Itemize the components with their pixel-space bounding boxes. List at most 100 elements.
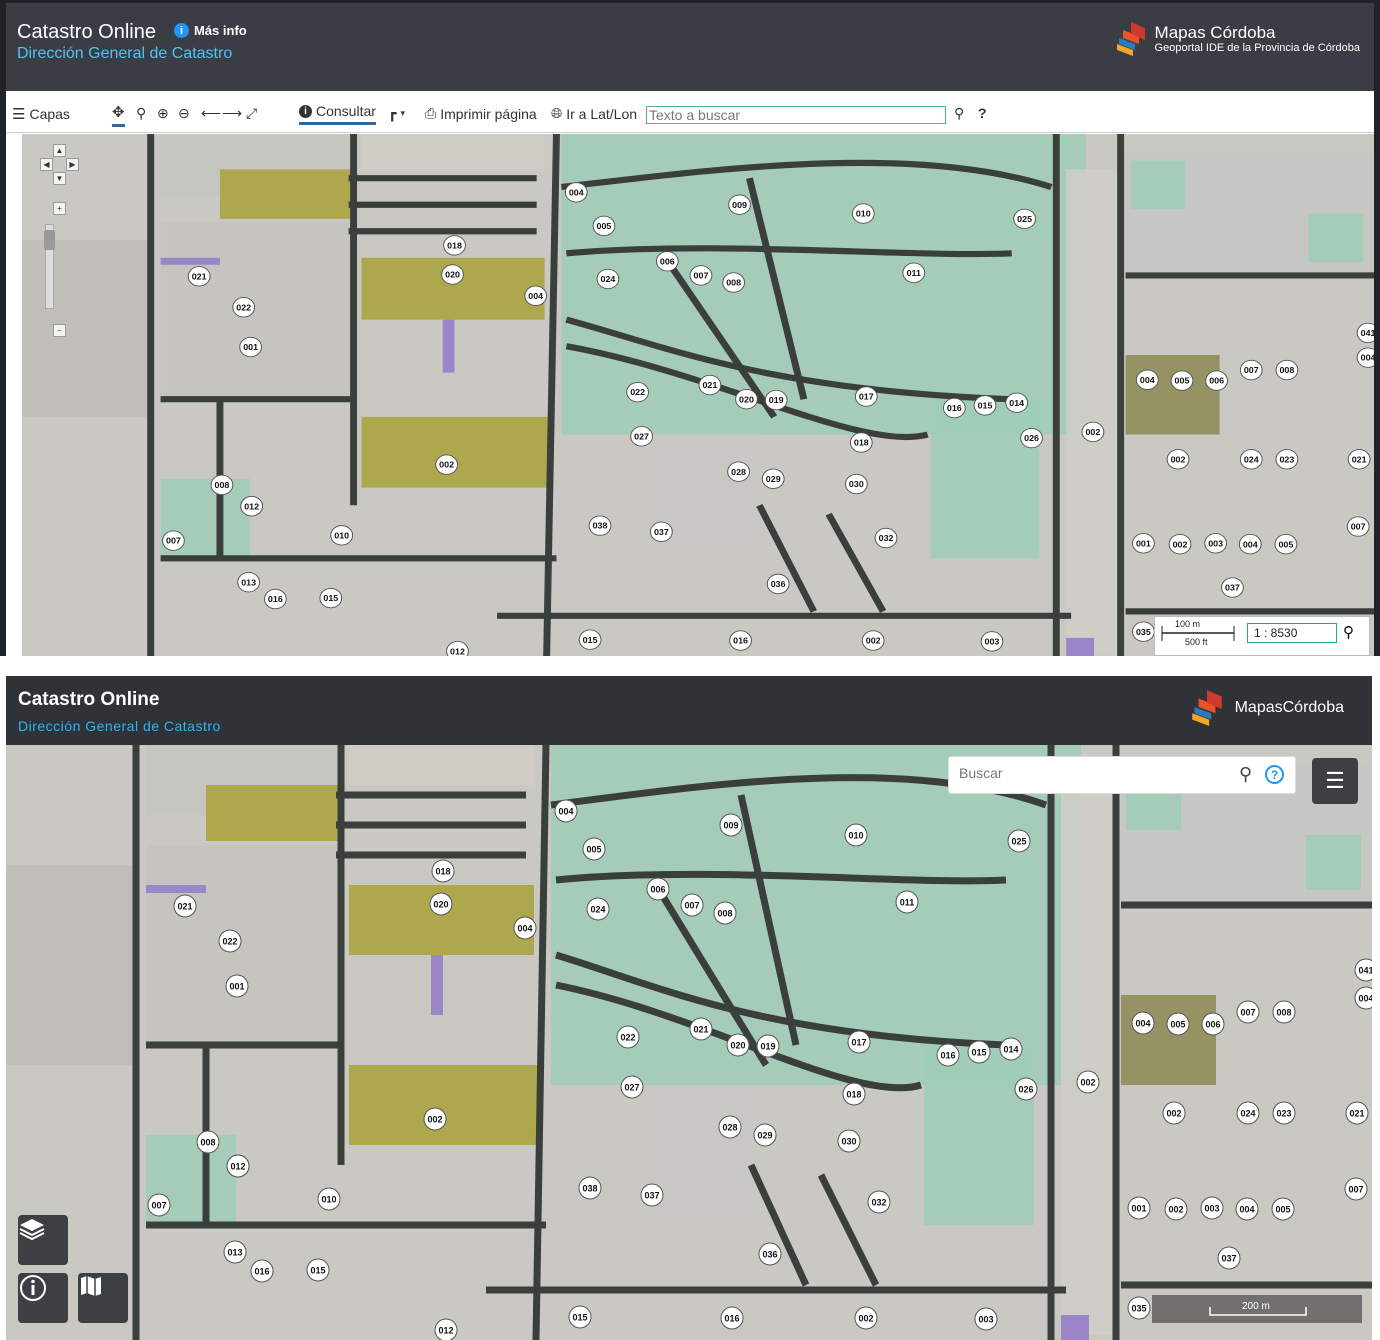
parcel-label[interactable]: 018	[854, 438, 869, 447]
parcel-label[interactable]: 001	[1131, 1204, 1146, 1214]
parcel-label[interactable]: 016	[940, 1051, 955, 1061]
parcel-label[interactable]: 015	[323, 594, 338, 603]
parcel-label[interactable]: 022	[630, 388, 645, 397]
parcel-label[interactable]: 008	[1276, 1008, 1291, 1018]
parcel-label[interactable]: 026	[1018, 1085, 1033, 1095]
parcel-label[interactable]: 004	[1140, 375, 1155, 384]
parcel-label[interactable]: 012	[244, 502, 259, 511]
brand-logo[interactable]: MapasCórdoba	[1187, 688, 1344, 728]
magnifier-icon[interactable]: ⚲	[1343, 623, 1354, 641]
parcel-label[interactable]: 008	[717, 909, 732, 919]
layers-button[interactable]: ☰ Capas	[12, 105, 70, 123]
parcel-label[interactable]: 016	[254, 1267, 269, 1277]
pan-right-button[interactable]: ▶	[66, 158, 79, 171]
full-extent-button[interactable]: ⤢	[246, 105, 257, 122]
parcel-label[interactable]: 010	[856, 209, 871, 218]
parcel-label[interactable]: 029	[757, 1131, 772, 1141]
search-input[interactable]	[959, 765, 1229, 781]
parcel-label[interactable]: 010	[848, 831, 863, 841]
parcel-label[interactable]: 006	[1209, 376, 1224, 385]
parcel-label[interactable]: 007	[684, 901, 699, 911]
parcel-label[interactable]: 003	[978, 1315, 993, 1325]
map-canvas[interactable]: 004 005 009 010 025 006 007 008 011 024 018 020 004 0…	[22, 134, 1374, 660]
parcel-label[interactable]: 015	[971, 1048, 986, 1058]
pan-down-button[interactable]: ▼	[53, 172, 66, 185]
parcel-label[interactable]: 024	[601, 275, 616, 284]
pan-up-button[interactable]: ▲	[53, 144, 66, 157]
parcel-label[interactable]: 014	[1003, 1045, 1018, 1055]
parcel-label[interactable]: 001	[243, 343, 258, 352]
parcel-label[interactable]: 004	[558, 807, 573, 817]
parcel-label[interactable]: 022	[620, 1033, 635, 1043]
parcel-label[interactable]: 004	[569, 188, 584, 197]
parcel-label[interactable]: 004	[1358, 994, 1372, 1004]
parcel-label[interactable]: 032	[871, 1198, 886, 1208]
parcel-label[interactable]: 015	[572, 1313, 587, 1323]
parcel-label[interactable]: 002	[427, 1115, 442, 1125]
parcel-label[interactable]: 004	[1243, 540, 1258, 549]
parcel-label[interactable]: 025	[1017, 214, 1032, 223]
parcel-label[interactable]: 002	[866, 636, 881, 645]
parcel-label[interactable]: 015	[978, 401, 993, 410]
parcel-label[interactable]: 009	[723, 821, 738, 831]
parcel-label[interactable]: 027	[624, 1083, 639, 1093]
parcel-label[interactable]: 038	[593, 521, 608, 530]
parcel-label[interactable]: 024	[1244, 455, 1259, 464]
brand-logo[interactable]: Mapas Córdoba Geoportal IDE de la Provin…	[1113, 20, 1360, 58]
parcel-label[interactable]: 019	[769, 396, 784, 405]
parcel-label[interactable]: 002	[1085, 427, 1100, 436]
parcel-label[interactable]: 006	[650, 885, 665, 895]
basemap-button[interactable]	[78, 1273, 128, 1323]
parcel-label[interactable]: 041	[1358, 966, 1372, 976]
map-canvas[interactable]: 004 005 009 010 025 006 007 008 011 024 018 020 004 0…	[6, 745, 1372, 1340]
parcel-label[interactable]: 012	[438, 1326, 453, 1336]
parcel-label[interactable]: 030	[841, 1137, 856, 1147]
back-button[interactable]: ⟵	[201, 105, 221, 122]
parcel-label[interactable]: 001	[229, 982, 244, 992]
zoom-in-button[interactable]: ⊕	[157, 105, 169, 122]
parcel-label[interactable]: 027	[634, 432, 649, 441]
parcel-label[interactable]: 021	[1349, 1109, 1364, 1119]
parcel-label[interactable]: 008	[726, 278, 741, 287]
pan-left-button[interactable]: ◀	[40, 158, 53, 171]
parcel-label[interactable]: 017	[859, 392, 874, 401]
zoom-out-button[interactable]: ⊖	[178, 105, 190, 122]
measure-dropdown[interactable]: ┏ ▾	[388, 105, 405, 122]
menu-button[interactable]: ☰	[1312, 758, 1358, 804]
parcel-label[interactable]: 022	[236, 303, 251, 312]
parcel-label[interactable]: 011	[907, 268, 922, 277]
zoom-in-button[interactable]: +	[53, 202, 66, 215]
parcel-label[interactable]: 002	[1171, 455, 1186, 464]
parcel-label[interactable]: 007	[1351, 522, 1366, 531]
parcel-label[interactable]: 004	[1361, 353, 1374, 362]
parcel-label[interactable]: 014	[1009, 398, 1024, 407]
parcel-label[interactable]: 037	[1221, 1254, 1236, 1264]
parcel-label[interactable]: 018	[435, 867, 450, 877]
search-tool-button[interactable]: ⚲	[136, 105, 146, 122]
parcel-label[interactable]: 024	[1240, 1109, 1255, 1119]
info-button[interactable]	[18, 1273, 68, 1323]
parcel-label[interactable]: 021	[177, 902, 192, 912]
zoom-out-button[interactable]: −	[53, 324, 66, 337]
parcel-label[interactable]: 008	[215, 481, 230, 490]
parcel-label[interactable]: 028	[722, 1123, 737, 1133]
parcel-label[interactable]: 015	[310, 1266, 325, 1276]
parcel-label[interactable]: 021	[1352, 455, 1367, 464]
parcel-label[interactable]: 029	[766, 474, 781, 483]
parcel-label[interactable]: 010	[321, 1195, 336, 1205]
pan-tool-button[interactable]: ✥	[112, 103, 125, 127]
parcel-label[interactable]: 006	[660, 257, 675, 266]
parcel-label[interactable]: 021	[693, 1025, 708, 1035]
parcel-label[interactable]: 012	[230, 1162, 245, 1172]
parcel-label[interactable]: 032	[879, 534, 894, 543]
parcel-label[interactable]: 002	[439, 460, 454, 469]
parcel-label[interactable]: 023	[1276, 1109, 1291, 1119]
parcel-label[interactable]: 004	[528, 291, 543, 300]
parcel-label[interactable]: 020	[739, 395, 754, 404]
parcel-label[interactable]: 002	[1166, 1109, 1181, 1119]
parcel-label[interactable]: 007	[1240, 1008, 1255, 1018]
parcel-label[interactable]: 011	[900, 898, 915, 908]
search-input[interactable]	[646, 106, 946, 124]
parcel-label[interactable]: 007	[1244, 366, 1259, 375]
parcel-label[interactable]: 016	[947, 404, 962, 413]
